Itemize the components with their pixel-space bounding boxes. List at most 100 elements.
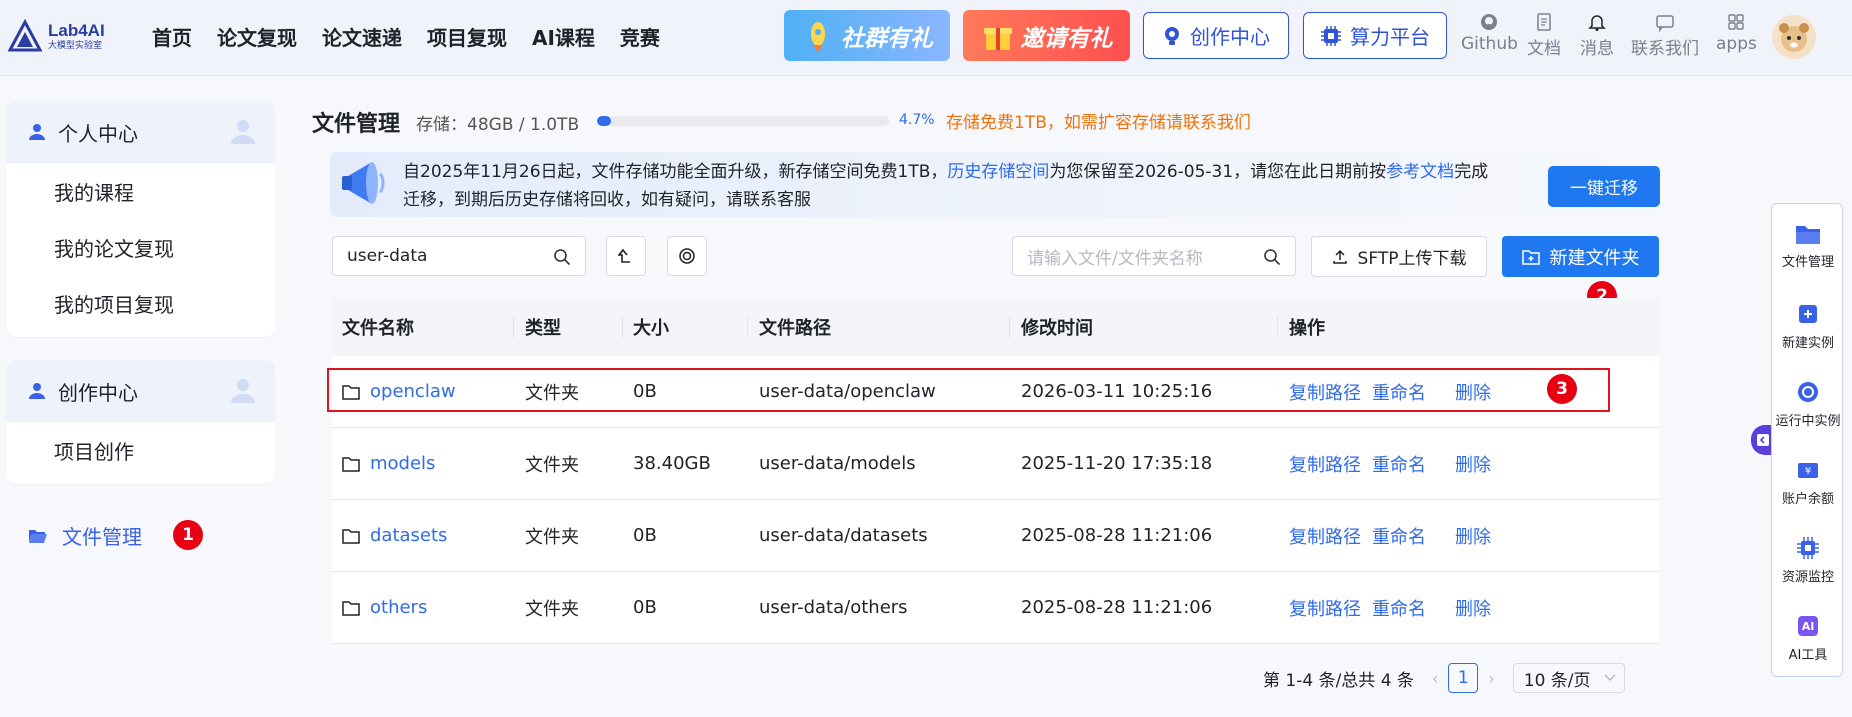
add-instance-icon xyxy=(1799,305,1817,323)
apps-icon xyxy=(1728,14,1745,30)
copy-path-link[interactable]: 复制路径 xyxy=(1289,451,1361,477)
table-row[interactable]: models 文件夹 38.40GB user-data/models 2025… xyxy=(332,428,1659,500)
table-row[interactable]: others 文件夹 0B user-data/others 2025-08-2… xyxy=(332,572,1659,644)
level-up-icon xyxy=(618,248,630,263)
rename-link[interactable]: 重命名 xyxy=(1372,523,1426,549)
folder-name-link[interactable]: models xyxy=(370,453,435,474)
ai-tools-icon: AI xyxy=(1798,616,1818,636)
github-icon xyxy=(1481,14,1498,30)
one-click-migrate-button[interactable]: 一键迁移 xyxy=(1548,166,1660,207)
storage-free-note: 存储免费1TB，如需扩容存储请联系我们 xyxy=(946,113,1251,133)
nav-competition[interactable]: 竞赛 xyxy=(620,22,660,51)
row-actions: 复制路径 重命名 删除 xyxy=(1289,523,1502,549)
row-name-cell: models xyxy=(342,453,435,474)
column-separator xyxy=(1277,316,1278,338)
sidebar-item-project-creation[interactable]: 项目创作 xyxy=(6,422,275,478)
nav-paper-express[interactable]: 论文速递 xyxy=(322,22,402,51)
history-storage-link[interactable]: 历史存储空间 xyxy=(947,162,1049,182)
migration-notice: 自2025年11月26日起，文件存储功能全面升级，新存储空间免费1TB，历史存储… xyxy=(330,152,1660,217)
column-header-path: 文件路径 xyxy=(759,318,831,339)
refresh-button[interactable] xyxy=(667,236,707,276)
column-header-modified: 修改时间 xyxy=(1021,318,1093,339)
chip-icon xyxy=(1797,537,1819,559)
rename-link[interactable]: 重命名 xyxy=(1372,451,1426,477)
apps-link[interactable]: apps xyxy=(1716,12,1757,54)
row-size: 0B xyxy=(633,597,657,618)
nav-paper-reproduction[interactable]: 论文复现 xyxy=(217,22,297,51)
delete-link[interactable]: 删除 xyxy=(1455,523,1491,549)
prev-page-button[interactable]: ‹ xyxy=(1432,669,1438,688)
rename-link[interactable]: 重命名 xyxy=(1372,595,1426,621)
row-path: user-data/datasets xyxy=(759,525,928,546)
copy-path-link[interactable]: 复制路径 xyxy=(1289,595,1361,621)
folder-name-link[interactable]: datasets xyxy=(370,525,447,546)
quick-running-instances[interactable]: 运行中实例 xyxy=(1772,380,1844,429)
contact-us-link[interactable]: 联系我们 xyxy=(1631,12,1699,59)
file-search-input[interactable]: 请输入文件/文件夹名称 xyxy=(1012,236,1296,276)
contact-icon xyxy=(1656,15,1674,32)
pagination: 第 1-4 条/总共 4 条 ‹ 1 › 10 条/页 xyxy=(1263,663,1625,693)
row-modified-time: 2025-08-28 11:21:06 xyxy=(1021,597,1213,618)
parent-directory-button[interactable] xyxy=(606,236,646,276)
quick-account-balance-label: 账户余额 xyxy=(1781,492,1834,507)
page-size-select[interactable]: 10 条/页 xyxy=(1512,663,1625,693)
user-avatar[interactable] xyxy=(1772,15,1816,59)
delete-link[interactable]: 删除 xyxy=(1455,451,1491,477)
user-icon xyxy=(29,124,45,140)
logo-icon xyxy=(8,19,42,52)
quick-resource-monitor[interactable]: 资源监控 xyxy=(1772,536,1844,585)
nav-project-reproduction[interactable]: 项目复现 xyxy=(427,22,507,51)
sftp-upload-download-button[interactable]: SFTP上传下载 xyxy=(1311,236,1487,277)
row-modified-time: 2025-08-28 11:21:06 xyxy=(1021,525,1213,546)
page-title: 文件管理 xyxy=(312,112,401,137)
messages-link[interactable]: 消息 xyxy=(1580,12,1614,59)
creator-center-button[interactable]: 创作中心 xyxy=(1143,12,1289,59)
top-navigation-bar: Lab4AI 大模型实验室 首页 论文复现 论文速递 项目复现 AI课程 竞赛 … xyxy=(0,0,1852,76)
page-number-button[interactable]: 1 xyxy=(1448,663,1479,693)
search-icon[interactable] xyxy=(1263,248,1281,266)
new-folder-label: 新建文件夹 xyxy=(1549,247,1640,269)
row-size: 38.40GB xyxy=(633,453,711,474)
migration-notice-text: 自2025年11月26日起，文件存储功能全面升级，新存储空间免费1TB，历史存储… xyxy=(403,158,1493,214)
quick-ai-tools[interactable]: AI AI工具 xyxy=(1772,614,1844,663)
path-input[interactable]: user-data xyxy=(332,236,586,276)
docs-link[interactable]: 文档 xyxy=(1527,12,1561,59)
folder-open-icon xyxy=(29,529,47,543)
new-folder-button[interactable]: 新建文件夹 xyxy=(1502,236,1659,277)
nav-ai-course[interactable]: AI课程 xyxy=(532,22,595,51)
copy-path-link[interactable]: 复制路径 xyxy=(1289,523,1361,549)
creator-center-label: 创作中心 xyxy=(1190,25,1270,49)
sidebar-item-file-management[interactable]: 文件管理 xyxy=(28,521,142,550)
personal-center-header[interactable]: 个人中心 xyxy=(6,101,275,163)
invite-gift-banner[interactable]: 邀请有礼 xyxy=(963,10,1130,61)
page-size-value: 10 条/页 xyxy=(1523,670,1591,691)
quick-account-balance[interactable]: ¥ 账户余额 xyxy=(1772,458,1844,507)
quick-file-management[interactable]: 文件管理 xyxy=(1772,223,1844,270)
next-page-button[interactable]: › xyxy=(1488,669,1494,688)
delete-link[interactable]: 删除 xyxy=(1455,595,1491,621)
sidebar-item-my-project-reproductions[interactable]: 我的项目复现 xyxy=(6,275,275,331)
file-search-placeholder: 请输入文件/文件夹名称 xyxy=(1027,248,1203,269)
svg-text:¥: ¥ xyxy=(1805,466,1811,477)
logo-subtitle: 大模型实验室 xyxy=(48,40,103,51)
notice-text-part1: 自2025年11月26日起，文件存储功能全面升级，新存储空间免费1TB， xyxy=(403,162,948,182)
community-gift-banner[interactable]: 社群有礼 xyxy=(784,10,950,61)
compute-platform-button[interactable]: 算力平台 xyxy=(1303,12,1447,59)
folder-name-link[interactable]: others xyxy=(370,597,427,618)
folder-icon xyxy=(1796,226,1820,244)
document-icon xyxy=(1537,13,1551,31)
logo[interactable]: Lab4AI 大模型实验室 xyxy=(8,19,105,53)
column-separator xyxy=(622,316,623,338)
reference-doc-link[interactable]: 参考文档 xyxy=(1386,162,1454,182)
column-separator xyxy=(1009,316,1010,338)
sidebar-item-my-courses[interactable]: 我的课程 xyxy=(6,163,275,219)
sidebar-item-my-paper-reproductions[interactable]: 我的论文复现 xyxy=(6,219,275,275)
github-link[interactable]: Github xyxy=(1461,12,1518,54)
column-separator xyxy=(747,316,748,338)
quick-new-instance[interactable]: 新建实例 xyxy=(1772,302,1844,351)
creator-center-header[interactable]: 创作中心 xyxy=(6,360,275,422)
sidebar-item-file-management-label: 文件管理 xyxy=(62,525,142,549)
nav-home[interactable]: 首页 xyxy=(152,22,192,51)
table-row[interactable]: datasets 文件夹 0B user-data/datasets 2025-… xyxy=(332,500,1659,572)
search-icon[interactable] xyxy=(553,248,571,266)
